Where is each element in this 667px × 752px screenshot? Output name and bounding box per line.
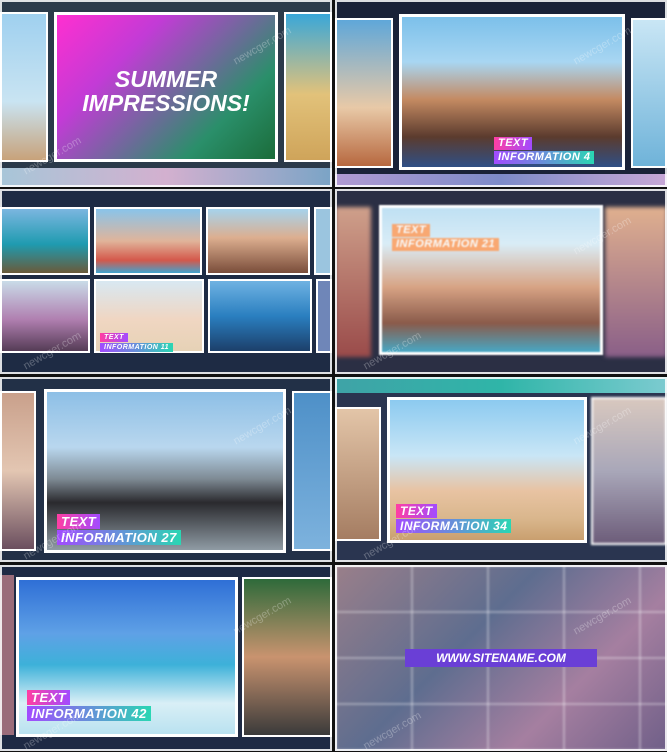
panel-site: WWW.SITENAME.COM bbox=[335, 565, 667, 751]
thumb-edge bbox=[314, 207, 332, 275]
sea-thumb bbox=[631, 18, 667, 168]
thumb-cliff bbox=[208, 279, 312, 353]
info-tag-11: TEXT INFORMATION 11 bbox=[100, 333, 174, 352]
thumb-balloons: TEXT INFORMATION 11 bbox=[94, 279, 204, 353]
title-card: SUMMER IMPRESSIONS! bbox=[54, 12, 278, 162]
strip-bottom bbox=[0, 168, 332, 187]
blur-left bbox=[335, 207, 371, 357]
title-line-1: SUMMER bbox=[114, 66, 218, 92]
panel-selfie: TEXT INFORMATION 4 bbox=[335, 0, 667, 187]
info-tag-4: TEXT INFORMATION 4 bbox=[494, 137, 595, 164]
selfie-photo: TEXT INFORMATION 4 bbox=[399, 14, 625, 170]
sea-photo: TEXT INFORMATION 42 bbox=[16, 577, 238, 737]
panel-friends: TEXT INFORMATION 34 bbox=[335, 377, 667, 562]
info-tag-21: TEXT INFORMATION 21 bbox=[392, 224, 500, 251]
thumb-kids-pool bbox=[94, 207, 202, 275]
boat-thumb bbox=[335, 18, 393, 168]
title-line-2: IMPRESSIONS! bbox=[82, 90, 250, 116]
side-thumb-left bbox=[0, 391, 36, 551]
thumb-friends bbox=[206, 207, 310, 275]
blur-grid bbox=[335, 565, 667, 751]
site-url: WWW.SITENAME.COM bbox=[436, 651, 566, 665]
top-strip bbox=[335, 377, 667, 393]
palm-thumb bbox=[0, 12, 48, 162]
collage: SUMMER IMPRESSIONS! TEXT INFORMATION 4 T… bbox=[0, 0, 667, 751]
thumb-edge-2 bbox=[316, 279, 332, 353]
panel-beach-blur: TEXT INFORMATION 21 bbox=[335, 189, 667, 374]
side-thumb-left bbox=[335, 407, 381, 541]
panel-sea: TEXT INFORMATION 42 bbox=[0, 565, 332, 751]
strip-bottom bbox=[335, 174, 667, 187]
info-tag-42: TEXT INFORMATION 42 bbox=[27, 690, 151, 721]
thumb-coast bbox=[0, 207, 90, 275]
site-url-bar bbox=[405, 649, 597, 667]
side-thumb-right bbox=[292, 391, 332, 551]
side-thumb-left bbox=[0, 575, 14, 735]
